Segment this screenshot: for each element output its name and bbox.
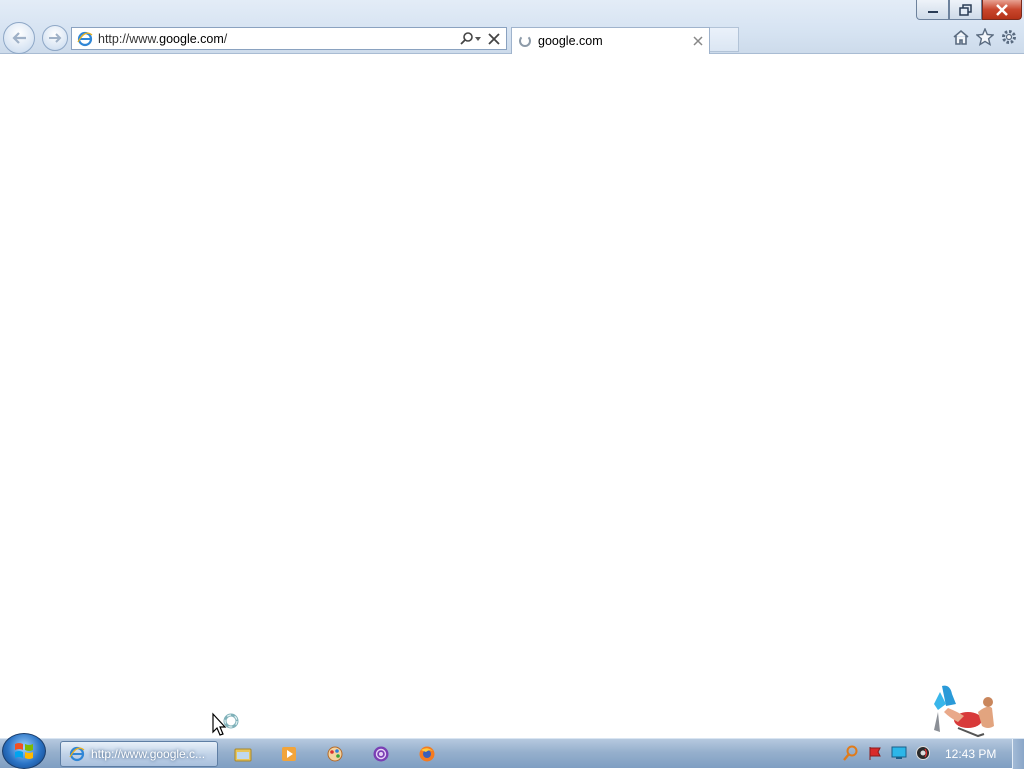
url-suffix: / (223, 31, 228, 46)
search-tray-icon (843, 745, 858, 761)
desktop-gadget-figure (934, 685, 994, 738)
new-tab-button[interactable] (710, 27, 739, 52)
tor-browser-icon (373, 746, 389, 762)
tray-search[interactable] (842, 744, 860, 762)
forward-arrow-icon (49, 33, 62, 43)
taskbar-clock[interactable]: 12:43 PM (945, 747, 996, 761)
browser-toolbar: http://www.google.com/ google.com (0, 0, 1024, 54)
taskbar-media-player[interactable] (279, 744, 299, 764)
home-button[interactable] (952, 28, 970, 46)
minimize-icon (927, 10, 938, 13)
home-icon (953, 29, 969, 45)
taskbar-explorer[interactable] (233, 744, 253, 764)
taskbar-tor-browser[interactable] (371, 744, 391, 764)
tray-volume[interactable] (914, 744, 932, 762)
forward-button[interactable] (42, 25, 68, 51)
restore-button[interactable] (949, 0, 982, 20)
url-domain: google.com (159, 31, 224, 46)
stop-x-icon (488, 32, 500, 45)
volume-icon (916, 746, 930, 760)
tab-google[interactable]: google.com (511, 27, 710, 54)
busy-cursor-icon (212, 712, 239, 736)
show-desktop-button[interactable] (1012, 739, 1024, 769)
url-prefix: http://www. (98, 31, 160, 46)
search-icon (460, 31, 481, 45)
close-window-button[interactable] (982, 0, 1022, 20)
flag-action-center-icon (869, 747, 881, 760)
close-icon (996, 3, 1008, 16)
stop-button[interactable] (488, 32, 500, 45)
restore-icon (958, 3, 972, 16)
system-tray (842, 744, 932, 762)
page-viewport[interactable] (0, 54, 1024, 738)
start-button[interactable] (2, 733, 46, 769)
ie-page-icon (77, 31, 93, 46)
back-arrow-icon (12, 32, 26, 44)
tray-network[interactable] (890, 744, 908, 762)
ie-icon (69, 746, 85, 762)
taskbar-paint[interactable] (325, 744, 345, 764)
tools-button[interactable] (1000, 28, 1018, 46)
address-url[interactable]: http://www.google.com/ (98, 32, 460, 46)
firefox-icon (419, 746, 435, 762)
windows-logo-icon (15, 743, 33, 759)
taskbar-window-label: http://www.google.c... (91, 747, 206, 761)
taskbar-firefox[interactable] (417, 744, 437, 764)
favorites-button[interactable] (976, 28, 994, 46)
close-icon (693, 36, 703, 46)
tray-action-center[interactable] (866, 744, 884, 762)
search-dropdown-button[interactable] (460, 31, 482, 46)
taskbar-ie-window[interactable]: http://www.google.c... (60, 741, 218, 767)
taskbar: http://www.google.c... 12:43 PM (0, 733, 1024, 769)
minimize-button[interactable] (916, 0, 949, 20)
tab-title: google.com (538, 34, 603, 48)
media-player-icon (282, 747, 296, 761)
back-button[interactable] (3, 22, 35, 54)
address-bar[interactable]: http://www.google.com/ (71, 27, 507, 50)
command-icons (952, 28, 1018, 46)
window-controls (916, 0, 1022, 20)
network-monitor-icon (891, 746, 907, 759)
loading-spinner-icon (519, 35, 531, 47)
tab-close-button[interactable] (693, 36, 703, 46)
favorites-star-icon (976, 28, 994, 46)
explorer-folder-icon (234, 748, 252, 762)
tools-gear-icon (1002, 30, 1016, 44)
paint-icon (327, 746, 343, 762)
